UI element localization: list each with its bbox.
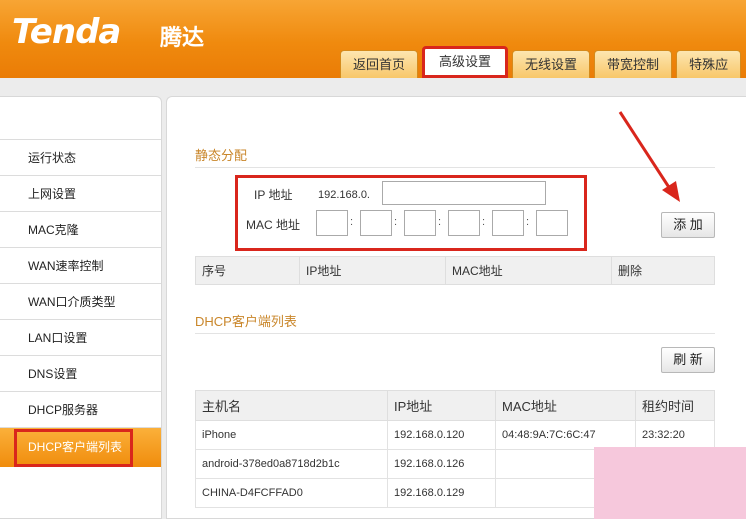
tab-advanced-settings[interactable]: 高级设置	[422, 46, 509, 78]
mac-octet-6-input[interactable]	[536, 210, 568, 236]
watermark-overlay	[594, 447, 746, 519]
mac-separator: :	[526, 216, 530, 228]
sidebar-item-status[interactable]: 运行状态	[0, 139, 161, 175]
dhcp-list-title: DHCP客户端列表	[195, 314, 297, 329]
table-header-row: 主机名 IP地址 MAC地址 租约时间	[195, 390, 715, 421]
tenda-logo: Tenda	[12, 12, 121, 52]
column-header: 删除	[611, 256, 715, 285]
static-form-highlight: IP 地址 192.168.0. MAC 地址 : : : : :	[235, 175, 587, 251]
ip-cell: 192.168.0.126	[387, 449, 496, 479]
ip-prefix: 192.168.0.	[318, 189, 370, 201]
sidebar-item-dhcp-clients[interactable]: DHCP客户端列表	[0, 427, 161, 467]
divider	[195, 167, 715, 168]
ip-cell: 192.168.0.129	[387, 478, 496, 508]
sidebar-item-internet[interactable]: 上网设置	[0, 175, 161, 211]
mac-cell: 04:48:9A:7C:6C:47	[495, 420, 636, 450]
column-header: IP地址	[387, 390, 496, 421]
sidebar-item-wan-rate[interactable]: WAN速率控制	[0, 247, 161, 283]
sidebar-item-lan[interactable]: LAN口设置	[0, 319, 161, 355]
host-cell: android-378ed0a8718d2b1c	[195, 449, 388, 479]
table-row: iPhone 192.168.0.120 04:48:9A:7C:6C:47 2…	[195, 420, 715, 450]
sidebar-item-dns[interactable]: DNS设置	[0, 355, 161, 391]
mac-octet-4-input[interactable]	[448, 210, 480, 236]
sidebar: 运行状态 上网设置 MAC克隆 WAN速率控制 WAN口介质类型 LAN口设置 …	[0, 96, 162, 519]
column-header: 主机名	[195, 390, 388, 421]
column-header: 序号	[195, 256, 300, 285]
mac-separator: :	[438, 216, 442, 228]
lease-cell: 23:32:20	[635, 420, 715, 450]
tab-special-apps[interactable]: 特殊应	[676, 50, 742, 78]
table-header-row: 序号 IP地址 MAC地址 删除	[195, 256, 715, 285]
top-nav-tabs: 返回首页 高级设置 无线设置 带宽控制 特殊应	[340, 46, 745, 78]
tab-home[interactable]: 返回首页	[340, 50, 419, 78]
column-header: MAC地址	[445, 256, 612, 285]
mac-octet-3-input[interactable]	[404, 210, 436, 236]
host-cell: CHINA-D4FCFFAD0	[195, 478, 388, 508]
mac-separator: :	[482, 216, 486, 228]
static-section-title: 静态分配	[195, 148, 248, 163]
column-header: IP地址	[299, 256, 446, 285]
mac-octet-1-input[interactable]	[316, 210, 348, 236]
mac-separator: :	[350, 216, 354, 228]
mac-octet-2-input[interactable]	[360, 210, 392, 236]
tenda-logo-cn: 腾达	[160, 25, 205, 50]
header-bar: Tenda 腾达 返回首页 高级设置 无线设置 带宽控制 特殊应	[0, 0, 746, 78]
ip-cell: 192.168.0.120	[387, 420, 496, 450]
host-cell: iPhone	[195, 420, 388, 450]
sidebar-item-dhcp-server[interactable]: DHCP服务器	[0, 391, 161, 427]
static-table: 序号 IP地址 MAC地址 删除	[195, 256, 715, 285]
sidebar-item-wan-media[interactable]: WAN口介质类型	[0, 283, 161, 319]
sidebar-item-mac-clone[interactable]: MAC克隆	[0, 211, 161, 247]
column-header: MAC地址	[495, 390, 636, 421]
highlight-box	[14, 429, 133, 467]
divider	[195, 333, 715, 334]
add-button[interactable]: 添 加	[661, 212, 715, 238]
mac-label: MAC 地址	[246, 218, 301, 232]
ip-last-octet-input[interactable]	[382, 181, 546, 205]
ip-label: IP 地址	[254, 188, 293, 202]
column-header: 租约时间	[635, 390, 715, 421]
tab-bandwidth-control[interactable]: 带宽控制	[594, 50, 673, 78]
refresh-button[interactable]: 刷 新	[661, 347, 715, 373]
mac-separator: :	[394, 216, 398, 228]
mac-octet-5-input[interactable]	[492, 210, 524, 236]
tab-wireless-settings[interactable]: 无线设置	[512, 50, 591, 78]
